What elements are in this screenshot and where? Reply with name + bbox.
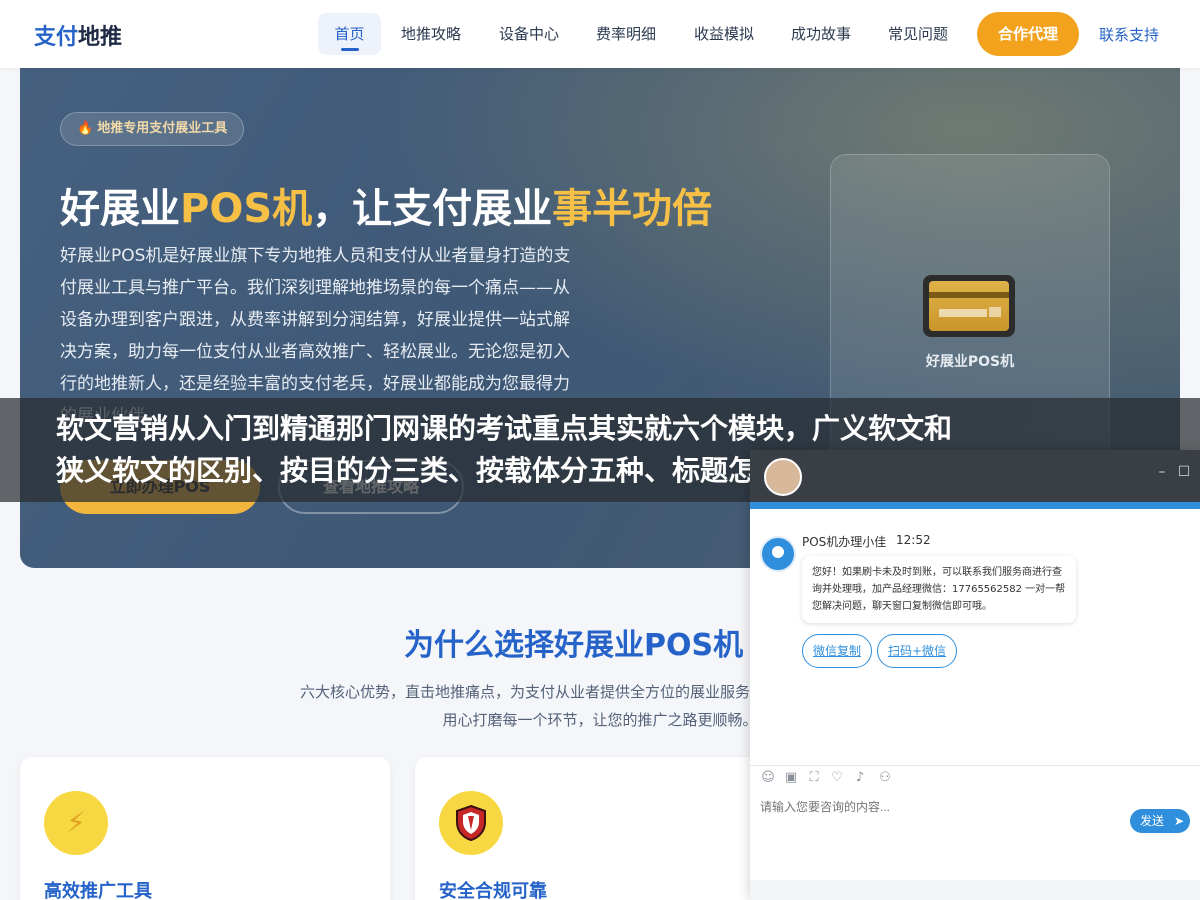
nav-item-stories[interactable]: 成功故事 bbox=[782, 13, 860, 55]
nav-item-home[interactable]: 首页 bbox=[318, 13, 381, 55]
partner-agent-button[interactable]: 合作代理 bbox=[977, 12, 1079, 56]
chat-header-accent bbox=[750, 502, 1200, 509]
top-navbar: 支付地推 首页 地推攻略 设备中心 费率明细 收益模拟 成功故事 常见问题 合作… bbox=[0, 0, 1200, 68]
hero-title-gold: 事半功倍 bbox=[552, 186, 713, 232]
chat-widget: – ☐ POS机办理小佳 12:52 您好！如果刷卡未及时到账，可以联系我们服务… bbox=[750, 450, 1200, 900]
feature-title: 安全合规可靠 bbox=[439, 881, 547, 900]
hero-title-part1: 好展业 bbox=[60, 186, 180, 232]
message-time: 12:52 bbox=[896, 533, 931, 547]
agent-avatar bbox=[764, 458, 802, 496]
agent-message-avatar bbox=[760, 536, 796, 572]
credit-card-icon bbox=[923, 275, 1015, 337]
sound-icon[interactable]: ♪ bbox=[852, 770, 868, 786]
section-title: 为什么选择好展业POS机 bbox=[404, 628, 744, 663]
feature-card: ⚡ 高效推广工具 bbox=[20, 757, 390, 900]
maximize-icon[interactable]: ☐ bbox=[1176, 464, 1192, 480]
lightning-icon: ⚡ bbox=[44, 791, 108, 855]
product-card-label: 好展业POS机 bbox=[925, 354, 1015, 370]
send-arrow-icon: ➤ bbox=[1173, 814, 1184, 828]
fire-icon: 🔥 bbox=[77, 121, 94, 136]
contact-support-link[interactable]: 联系支持 bbox=[1099, 24, 1159, 45]
chat-footer bbox=[750, 880, 1200, 900]
feature-title: 高效推广工具 bbox=[44, 881, 152, 900]
hero-badge-text: 地推专用支付展业工具 bbox=[97, 121, 228, 136]
chat-input[interactable] bbox=[760, 800, 1120, 814]
chat-header: – ☐ bbox=[750, 450, 1200, 502]
hero-title: 好展业POS机，让支付展业事半功倍 bbox=[60, 176, 712, 234]
send-label: 发送 bbox=[1140, 814, 1165, 828]
nav-item-guide[interactable]: 地推攻略 bbox=[392, 13, 470, 55]
logo-push-text: 地推 bbox=[78, 25, 123, 50]
nav-item-earnings[interactable]: 收益模拟 bbox=[685, 13, 763, 55]
copy-wechat-button[interactable]: 微信复制 bbox=[802, 634, 873, 668]
history-icon[interactable]: ⚇ bbox=[877, 770, 893, 786]
scan-wechat-button[interactable]: 扫码+微信 bbox=[877, 634, 958, 668]
evaluate-icon[interactable]: ♡ bbox=[829, 770, 845, 786]
hero-badge: 🔥 地推专用支付展业工具 bbox=[60, 112, 245, 146]
site-logo[interactable]: 支付地推 bbox=[34, 19, 122, 51]
shield-icon bbox=[439, 791, 503, 855]
nav-item-rates[interactable]: 费率明细 bbox=[587, 13, 665, 55]
nav-item-devices[interactable]: 设备中心 bbox=[490, 13, 568, 55]
nav-item-faq[interactable]: 常见问题 bbox=[879, 13, 957, 55]
send-button[interactable]: 发送 ➤ bbox=[1130, 809, 1190, 833]
chat-message-bubble: 您好！如果刷卡未及时到账，可以联系我们服务商进行查询并处理哦，加产品经理微信：1… bbox=[802, 556, 1076, 623]
hero-title-pos: POS机 bbox=[180, 186, 313, 232]
image-icon[interactable]: ▣ bbox=[783, 770, 799, 786]
logo-pay-text: 支付 bbox=[34, 25, 79, 50]
banner-line-1: 软文营销从入门到精通那门网课的考试重点其实就六个模块，广义软文和 bbox=[56, 412, 953, 445]
agent-name: POS机办理小佳 bbox=[802, 535, 887, 549]
minimize-icon[interactable]: – bbox=[1154, 464, 1170, 480]
feature-card: 安全合规可靠 bbox=[415, 757, 785, 900]
emoji-icon[interactable]: ☺ bbox=[760, 770, 776, 786]
chat-divider bbox=[750, 765, 1200, 766]
hero-title-part2: ，让支付展业 bbox=[312, 186, 553, 232]
screenshot-icon[interactable]: ⛶ bbox=[806, 770, 822, 786]
